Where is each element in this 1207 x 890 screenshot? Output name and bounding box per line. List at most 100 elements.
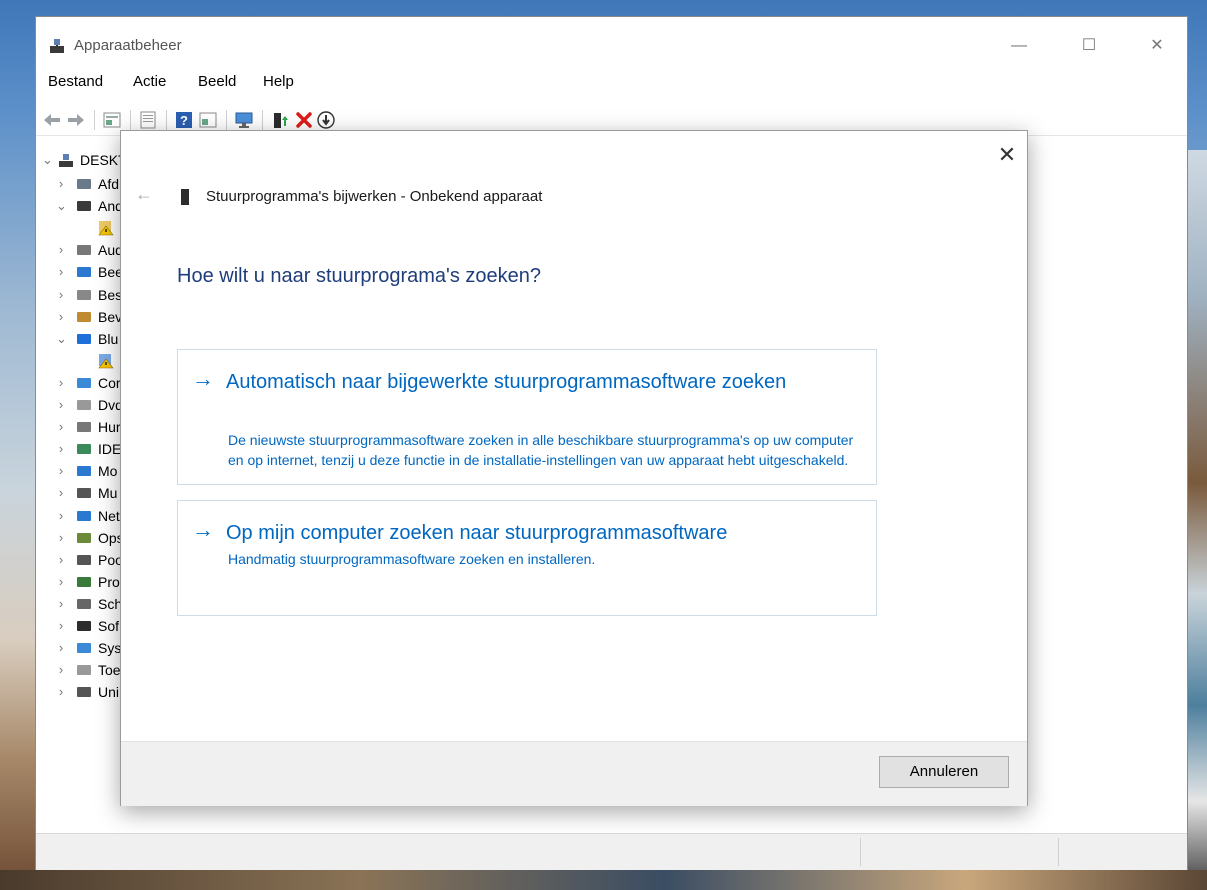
auto-search-option[interactable]: → Automatisch naar bijgewerkte stuurprog…: [177, 349, 877, 485]
chevron-right-icon[interactable]: ›: [56, 681, 66, 703]
chevron-right-icon[interactable]: ›: [56, 637, 66, 659]
auto-search-description: De nieuwste stuurprogrammasoftware zoeke…: [228, 432, 854, 468]
network-icon: [77, 510, 91, 521]
chevron-right-icon[interactable]: ›: [56, 261, 66, 283]
audio-icon: [77, 245, 91, 256]
security-icon: [77, 311, 91, 322]
chevron-right-icon[interactable]: ›: [56, 460, 66, 482]
tree-item-label: Hur: [98, 419, 121, 436]
tree-item-label: Pro: [98, 573, 120, 590]
tree-item-label: Sch: [98, 595, 123, 612]
tree-item-label: Afd: [98, 176, 120, 192]
auto-search-title: Automatisch naar bijgewerkte stuurprogra…: [226, 371, 787, 393]
chevron-right-icon[interactable]: ›: [56, 438, 66, 460]
cancel-button[interactable]: Annuleren: [879, 756, 1009, 788]
forward-icon[interactable]: [66, 110, 86, 130]
hid-icon: [77, 422, 91, 433]
chevron-right-icon[interactable]: ›: [56, 372, 66, 394]
chevron-down-icon[interactable]: ⌄: [56, 195, 67, 217]
manual-search-option[interactable]: → Op mijn computer zoeken naar stuurprog…: [177, 500, 877, 616]
tree-item-label: Blu: [98, 330, 119, 347]
title-bar: Apparaatbeheer — ☐ ✕: [36, 17, 1187, 69]
desktop-wallpaper: [1188, 150, 1207, 890]
device-manager-icon: [50, 39, 64, 53]
ide-icon: [77, 444, 91, 455]
back-icon[interactable]: [42, 110, 62, 130]
tree-item-label: Uni: [98, 684, 120, 701]
device-icon: [181, 189, 189, 205]
printer-queue-icon: [77, 179, 91, 189]
bluetooth-warning-icon: [98, 353, 114, 369]
unknown-device-warning-icon: [98, 221, 114, 236]
chevron-right-icon[interactable]: ›: [56, 306, 66, 328]
chevron-right-icon[interactable]: ›: [56, 615, 66, 637]
usb-icon: [77, 687, 91, 698]
other-devices-icon: [77, 201, 91, 212]
details-icon[interactable]: [198, 110, 218, 130]
monitor-icon: [77, 466, 91, 477]
menu-bestand[interactable]: Bestand: [48, 73, 103, 90]
chevron-right-icon[interactable]: ›: [56, 173, 66, 195]
bluetooth-icon: [77, 333, 91, 344]
update-driver-icon[interactable]: [270, 110, 290, 130]
chevron-right-icon[interactable]: ›: [56, 505, 66, 527]
dialog-title: Stuurprogramma's bijwerken - Onbekend ap…: [206, 188, 543, 205]
tree-item-label: Bes: [98, 286, 123, 303]
help-icon[interactable]: ?: [174, 110, 194, 130]
back-arrow-icon[interactable]: ←: [135, 185, 153, 203]
arrow-right-icon: →: [192, 517, 214, 542]
minimize-button[interactable]: —: [996, 31, 1042, 61]
software-icon: [77, 621, 91, 631]
menu-beeld[interactable]: Beeld: [198, 73, 236, 90]
window-title: Apparaatbeheer: [74, 37, 182, 54]
close-button[interactable]: ✕: [1134, 31, 1180, 61]
chevron-right-icon[interactable]: ›: [56, 593, 66, 615]
computer-root-icon: [59, 154, 73, 167]
processor-icon: [77, 576, 91, 587]
chevron-right-icon[interactable]: ›: [56, 527, 66, 549]
properties-icon[interactable]: [102, 110, 122, 130]
monitor-icon: [77, 267, 91, 278]
tree-item-label: Mo: [98, 463, 118, 480]
chevron-right-icon[interactable]: ›: [56, 239, 66, 261]
tree-item-label: Mu: [98, 485, 118, 502]
computer-icon[interactable]: [234, 110, 254, 130]
chevron-right-icon[interactable]: ›: [56, 659, 66, 681]
desktop-wallpaper-bottom: [0, 870, 1207, 890]
chevron-right-icon[interactable]: ›: [56, 284, 66, 306]
storage-icon: [77, 532, 91, 543]
computer-icon: [77, 377, 91, 388]
tree-item-label: Toe: [98, 662, 121, 679]
status-bar: [36, 833, 1187, 870]
chevron-down-icon[interactable]: ⌄: [56, 328, 67, 350]
uninstall-icon[interactable]: [294, 110, 314, 130]
chevron-down-icon[interactable]: ⌄: [42, 149, 53, 171]
chevron-right-icon[interactable]: ›: [56, 571, 66, 593]
svg-text:?: ?: [180, 113, 188, 128]
view-icon[interactable]: [138, 110, 158, 130]
chevron-right-icon[interactable]: ›: [56, 482, 66, 504]
sound-icon: [77, 289, 91, 300]
download-icon[interactable]: [316, 110, 336, 130]
ports-icon: [77, 554, 91, 565]
tree-item-label: Sys: [98, 640, 122, 657]
dvd-icon: [77, 400, 91, 410]
system-icon: [77, 643, 91, 654]
update-driver-dialog: ✕ ← Stuurprogramma's bijwerken - Onbeken…: [120, 130, 1028, 806]
maximize-button[interactable]: ☐: [1066, 31, 1112, 61]
tree-item-label: Net: [98, 507, 120, 524]
dialog-question: Hoe wilt u naar stuurprograma's zoeken?: [177, 265, 542, 287]
tree-item-label: IDE: [98, 441, 122, 458]
chevron-right-icon[interactable]: ›: [56, 549, 66, 571]
dialog-close-button[interactable]: ✕: [995, 143, 1019, 167]
tree-item-label: Cor: [98, 374, 121, 391]
tree-item-label: Sof: [98, 618, 120, 634]
disk-icon: [77, 598, 91, 609]
manual-search-title: Op mijn computer zoeken naar stuurprogra…: [226, 522, 728, 544]
dialog-footer: Annuleren: [121, 741, 1027, 806]
tree-item-label: Bev: [98, 308, 123, 325]
menu-actie[interactable]: Actie: [133, 73, 166, 90]
menu-help[interactable]: Help: [263, 73, 294, 90]
chevron-right-icon[interactable]: ›: [56, 394, 66, 416]
chevron-right-icon[interactable]: ›: [56, 416, 66, 438]
